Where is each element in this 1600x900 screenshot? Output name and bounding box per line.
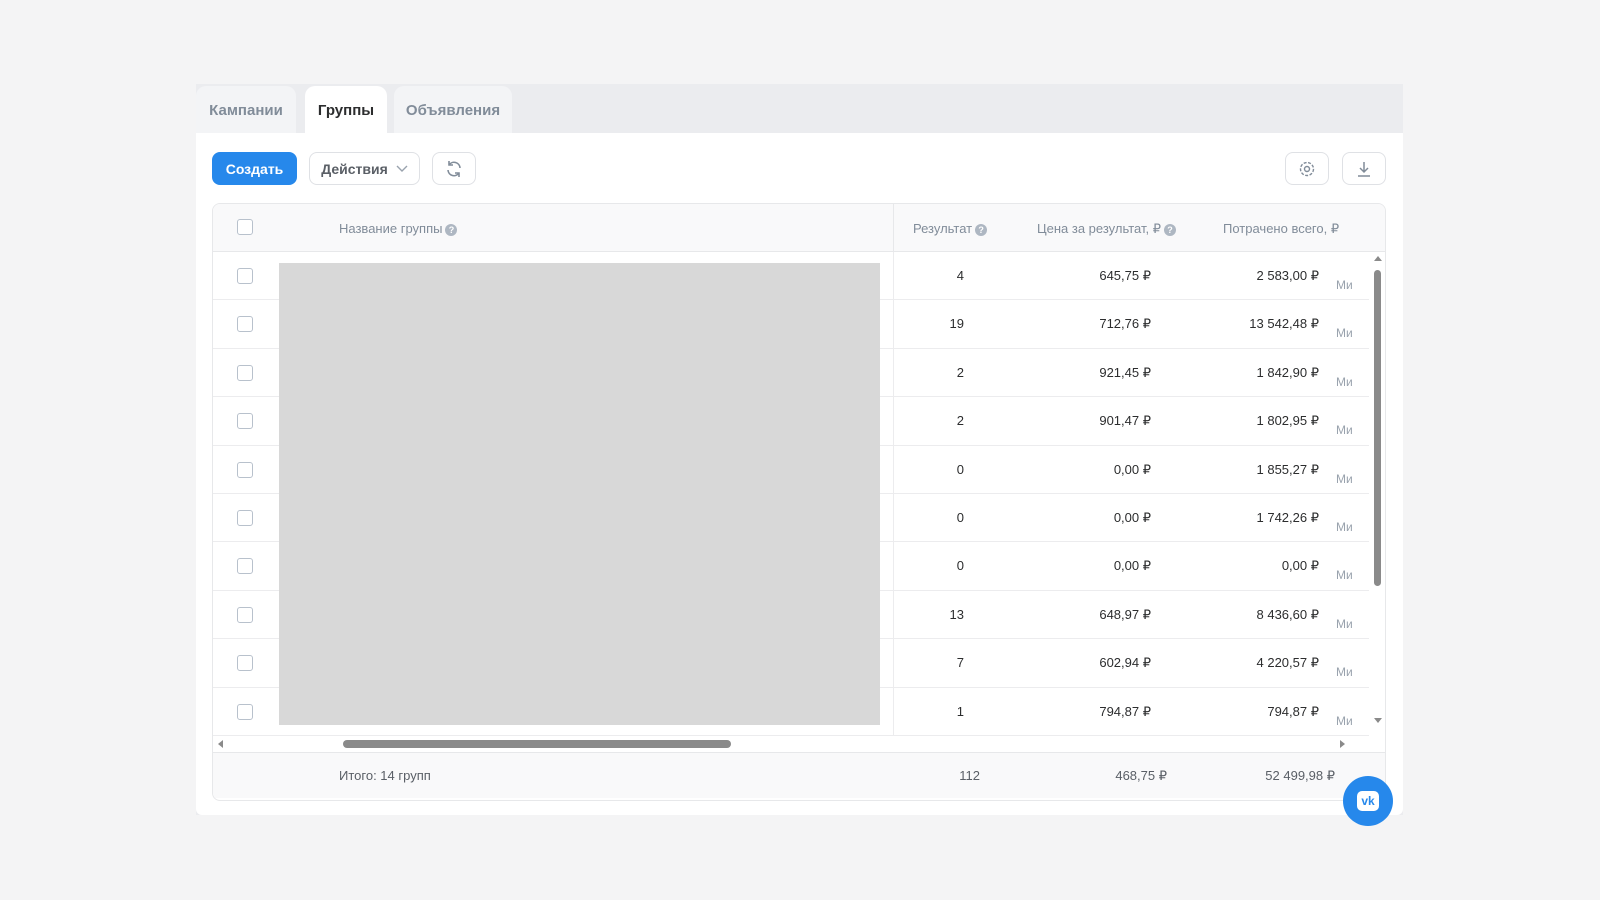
scroll-up-arrow[interactable] — [1374, 256, 1382, 261]
price-cell: 0,00 ₽ — [1113, 558, 1151, 574]
col-price[interactable]: Цена за результат, ₽? — [1037, 221, 1176, 237]
row-checkbox[interactable] — [237, 364, 253, 381]
scroll-down-arrow[interactable] — [1374, 718, 1382, 723]
result-cell: 7 — [956, 655, 964, 671]
group-names-redacted — [279, 263, 880, 725]
spent-cell: 8 436,60 ₽ — [1256, 606, 1320, 622]
tab-campaigns[interactable]: Кампании — [196, 86, 296, 134]
extra-cell: Ми — [1336, 471, 1353, 486]
help-icon[interactable]: ? — [445, 223, 458, 236]
price-cell: 794,87 ₽ — [1099, 703, 1151, 719]
extra-cell: Ми — [1336, 713, 1353, 728]
row-checkbox[interactable] — [237, 558, 253, 575]
price-cell: 0,00 ₽ — [1113, 461, 1151, 477]
gear-icon — [1299, 161, 1315, 176]
row-checkbox[interactable] — [237, 461, 253, 478]
tab-groups[interactable]: Группы — [305, 86, 387, 134]
actions-dropdown[interactable]: Действия — [309, 152, 420, 185]
extra-cell: Ми — [1336, 665, 1353, 680]
scroll-right-arrow[interactable] — [1340, 740, 1345, 748]
extra-cell: Ми — [1336, 616, 1353, 631]
refresh-icon — [447, 160, 461, 177]
scroll-left-arrow[interactable] — [218, 740, 223, 748]
col-name[interactable]: Название группы? — [339, 221, 458, 236]
col-spent[interactable]: Потрачено всего, ₽ — [1223, 221, 1339, 237]
price-cell: 901,47 ₽ — [1099, 413, 1151, 429]
extra-cell: Ми — [1336, 374, 1353, 389]
price-cell: 712,76 ₽ — [1099, 316, 1151, 332]
result-cell: 2 — [956, 413, 964, 429]
row-checkbox[interactable] — [237, 703, 253, 720]
spent-cell: 1 742,26 ₽ — [1256, 510, 1320, 525]
download-icon — [1358, 161, 1370, 177]
vk-logo-icon: vk — [1357, 791, 1379, 811]
vk-chat-button[interactable]: vk — [1343, 776, 1393, 826]
horizontal-scroll-thumb[interactable] — [343, 740, 731, 748]
vertical-scroll-thumb[interactable] — [1374, 270, 1381, 586]
row-checkbox[interactable] — [237, 413, 253, 430]
result-cell: 0 — [956, 510, 964, 525]
download-button[interactable] — [1342, 152, 1386, 185]
row-checkbox[interactable] — [237, 510, 253, 526]
create-button[interactable]: Создать — [212, 152, 297, 185]
result-cell: 0 — [956, 461, 964, 477]
price-cell: 645,75 ₽ — [1099, 268, 1151, 283]
col-name-label: Название группы — [339, 221, 443, 236]
select-all-checkbox[interactable] — [237, 219, 253, 235]
spent-cell: 13 542,48 ₽ — [1249, 316, 1319, 332]
actions-label: Действия — [321, 160, 388, 177]
result-cell: 13 — [949, 606, 964, 622]
col-price-label: Цена за результат, ₽ — [1037, 221, 1161, 236]
spent-cell: 4 220,57 ₽ — [1256, 655, 1320, 671]
spent-cell: 1 842,90 ₽ — [1256, 364, 1320, 380]
footer-price: 468,75 ₽ — [1115, 768, 1167, 783]
extra-cell: Ми — [1336, 326, 1353, 341]
result-cell: 1 — [956, 703, 964, 719]
refresh-button[interactable] — [432, 152, 476, 185]
price-cell: 648,97 ₽ — [1099, 606, 1151, 622]
groups-card: Создать Действия Название группы? Резуль… — [196, 133, 1403, 815]
row-checkbox[interactable] — [237, 606, 253, 623]
groups-table: Название группы? Результат? Цена за резу… — [212, 203, 1386, 801]
result-cell: 2 — [956, 364, 964, 380]
chevron-down-icon — [396, 165, 408, 172]
vertical-scrollbar[interactable] — [1373, 256, 1383, 726]
col-result[interactable]: Результат? — [913, 221, 988, 236]
row-checkbox[interactable] — [237, 316, 253, 333]
spent-cell: 794,87 ₽ — [1267, 703, 1319, 719]
table-footer: Итого: 14 групп 112 468,75 ₽ 52 499,98 ₽ — [213, 752, 1385, 798]
price-cell: 0,00 ₽ — [1113, 510, 1151, 525]
extra-cell: Ми — [1336, 278, 1353, 292]
row-checkbox[interactable] — [237, 268, 253, 284]
help-icon[interactable]: ? — [1163, 223, 1176, 236]
table-header: Название группы? Результат? Цена за резу… — [213, 204, 1385, 252]
price-cell: 921,45 ₽ — [1099, 364, 1151, 380]
result-cell: 0 — [956, 558, 964, 574]
settings-button[interactable] — [1285, 152, 1329, 185]
col-result-label: Результат — [913, 221, 973, 236]
spent-cell: 2 583,00 ₽ — [1256, 268, 1320, 283]
result-cell: 4 — [956, 268, 964, 283]
spent-cell: 1 802,95 ₽ — [1256, 413, 1320, 429]
extra-cell: Ми — [1336, 423, 1353, 438]
horizontal-scrollbar[interactable] — [213, 736, 1385, 752]
price-cell: 602,94 ₽ — [1099, 655, 1151, 671]
row-checkbox[interactable] — [237, 655, 253, 672]
spent-cell: 1 855,27 ₽ — [1256, 461, 1320, 477]
ads-panel: Кампании Группы Объявления Создать Дейст… — [196, 84, 1403, 815]
footer-result: 112 — [959, 768, 980, 783]
tab-ads[interactable]: Объявления — [394, 86, 512, 134]
footer-spent: 52 499,98 ₽ — [1265, 768, 1335, 783]
footer-label: Итого: 14 групп — [339, 768, 431, 783]
extra-cell: Ми — [1336, 568, 1353, 583]
result-cell: 19 — [949, 316, 964, 332]
help-icon[interactable]: ? — [975, 223, 988, 236]
spent-cell: 0,00 ₽ — [1281, 558, 1319, 574]
extra-cell: Ми — [1336, 520, 1353, 534]
